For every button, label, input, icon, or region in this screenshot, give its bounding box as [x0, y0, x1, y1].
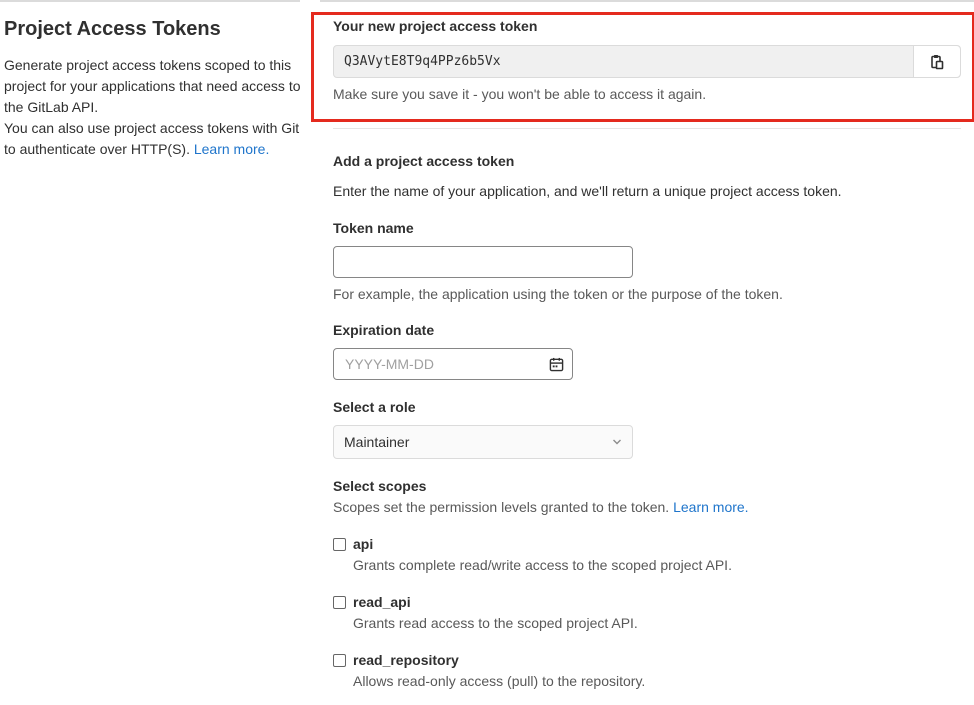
expiration-date-input[interactable]: YYYY-MM-DD [333, 348, 573, 380]
settings-sidebar: Project Access Tokens Generate project a… [4, 18, 304, 160]
scopes-label: Select scopes [333, 478, 427, 494]
save-token-note: Make sure you save it - you won't be abl… [333, 86, 707, 102]
scope-name: api [353, 536, 374, 552]
section-title: Project Access Tokens [4, 18, 221, 40]
scopes-help-text: Scopes set the permission levels granted… [333, 499, 670, 515]
scope-read-repository-checkbox[interactable] [333, 654, 346, 667]
scopes-learn-more-link[interactable]: Learn more. [673, 499, 748, 515]
new-token-field: Q3AVytE8T9q4PPz6b5Vx [333, 45, 961, 78]
role-select[interactable]: Maintainer [333, 425, 633, 459]
scope-api-checkbox[interactable] [333, 538, 346, 551]
token-name-label: Token name [333, 220, 414, 236]
role-label: Select a role [333, 399, 416, 415]
scope-read-api-checkbox[interactable] [333, 596, 346, 609]
scope-description: Grants read access to the scoped project… [353, 615, 638, 631]
scope-name: read_api [353, 594, 411, 610]
scope-description: Allows read-only access (pull) to the re… [353, 673, 646, 689]
top-divider [0, 0, 974, 2]
form-heading: Add a project access token [333, 153, 515, 169]
token-name-input[interactable] [333, 246, 633, 278]
calendar-icon[interactable] [549, 357, 564, 372]
token-name-help: For example, the application using the t… [333, 286, 783, 302]
role-selected-value: Maintainer [344, 434, 410, 450]
token-name-value [334, 254, 354, 270]
new-token-label: Your new project access token [333, 18, 538, 34]
expiration-label: Expiration date [333, 322, 435, 338]
form-intro: Enter the name of your application, and … [333, 183, 842, 199]
expiration-placeholder: YYYY-MM-DD [345, 356, 434, 372]
new-token-value[interactable]: Q3AVytE8T9q4PPz6b5Vx [334, 46, 913, 77]
scope-description: Grants complete read/write access to the… [353, 557, 732, 573]
clipboard-icon [931, 54, 944, 69]
section-divider [333, 128, 961, 129]
copy-token-button[interactable] [913, 46, 960, 77]
scopes-help: Scopes set the permission levels granted… [333, 499, 749, 515]
chevron-down-icon [612, 426, 622, 469]
scope-name: read_repository [353, 652, 459, 668]
description-text: Generate project access tokens scoped to… [4, 57, 301, 115]
learn-more-link[interactable]: Learn more. [194, 141, 269, 157]
section-description: Generate project access tokens scoped to… [4, 55, 304, 160]
